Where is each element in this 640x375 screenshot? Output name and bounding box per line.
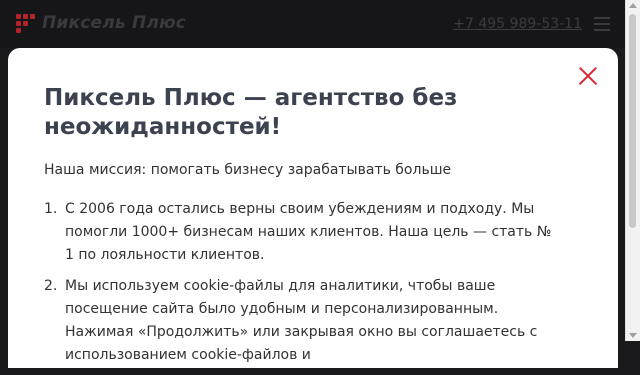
modal-list: 1. С 2006 года остались верны своим убеж… xyxy=(44,198,564,375)
scroll-up-icon[interactable] xyxy=(629,3,637,8)
list-item: 2. Мы используем cookie-файлы для аналит… xyxy=(44,275,564,367)
site-header: Пиксель Плюс +7 495 989-53-11 xyxy=(0,0,626,48)
scrollbar[interactable] xyxy=(625,0,640,341)
mission-text: Наша миссия: помогать бизнесу зарабатыва… xyxy=(44,162,452,178)
list-item-number: 2. xyxy=(44,278,58,294)
scroll-down-icon[interactable] xyxy=(629,333,637,338)
modal-title: Пиксель Плюс — агентство без неожиданнос… xyxy=(44,85,458,140)
scroll-thumb[interactable] xyxy=(629,14,636,228)
cookie-modal: Пиксель Плюс — агентство без неожиданнос… xyxy=(8,48,618,368)
phone-link[interactable]: +7 495 989-53-11 xyxy=(453,16,582,32)
menu-icon[interactable] xyxy=(594,17,610,31)
logo-icon xyxy=(14,12,36,34)
close-icon[interactable] xyxy=(578,66,598,86)
list-item: 1. С 2006 года остались верны своим убеж… xyxy=(44,198,564,267)
logo[interactable]: Пиксель Плюс xyxy=(14,12,186,34)
list-item-number: 1. xyxy=(44,201,58,217)
list-item-text: Мы используем cookie-файлы для аналитики… xyxy=(65,278,538,363)
logo-text: Пиксель Плюс xyxy=(42,13,187,33)
list-item-text: С 2006 года остались верны своим убежден… xyxy=(65,201,552,263)
